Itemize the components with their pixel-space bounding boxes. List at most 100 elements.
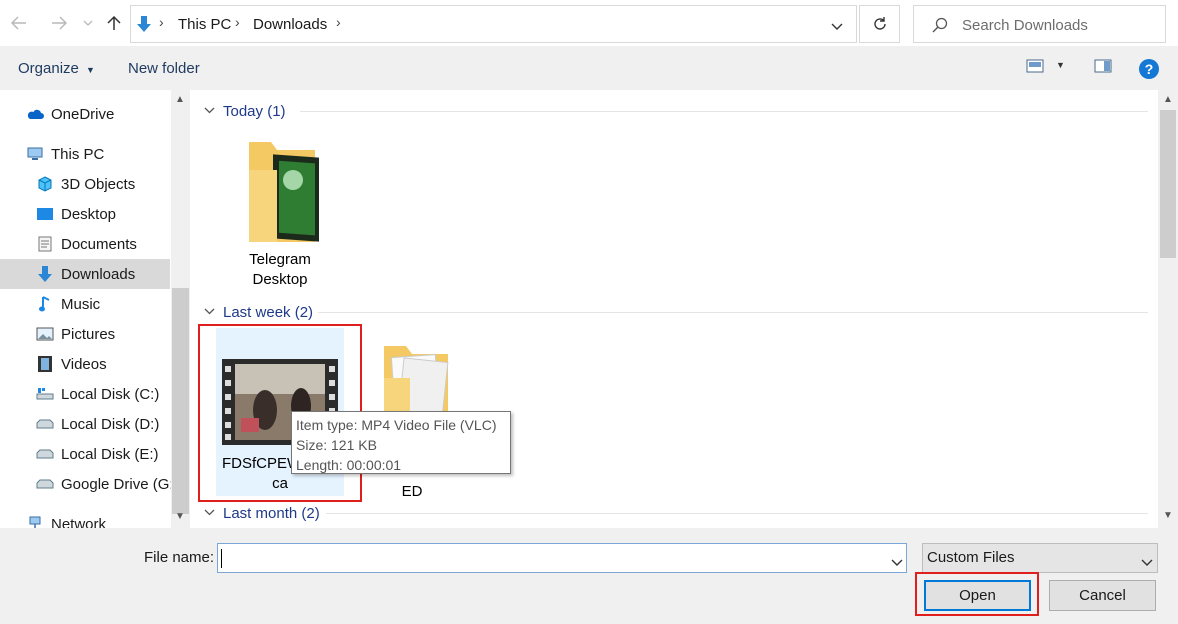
group-header-last-month[interactable]: Last month (2) [204,502,320,524]
sidebar-item-3d-objects[interactable]: 3D Objects [0,169,170,199]
search-box[interactable] [913,5,1166,43]
downloads-arrow-icon [136,15,152,36]
sidebar-item-label: Network [51,515,107,529]
sidebar-item-documents[interactable]: Documents [0,229,170,259]
refresh-icon [873,17,886,30]
sidebar-item-local-disk-c[interactable]: Local Disk (C:) [0,379,170,409]
sidebar-item-local-disk-e[interactable]: Local Disk (E:) [0,439,170,469]
group-header-label: Last week (2) [223,303,314,321]
breadcrumb-downloads[interactable]: Downloads [253,16,327,33]
address-row: › This PC › Downloads › [0,0,1178,46]
organize-button[interactable]: Organize ▼ [18,60,95,77]
tile-label: ED [401,483,423,500]
view-options-icon[interactable] [1026,58,1044,77]
organize-label: Organize [18,60,79,77]
film-icon [36,355,54,373]
file-tooltip: Item type: MP4 Video File (VLC) Size: 12… [291,411,511,474]
new-folder-button[interactable]: New folder [128,60,200,77]
sidebar-item-downloads[interactable]: Downloads [0,259,170,289]
tooltip-size: Size: 121 KB [296,437,377,453]
address-dropdown-chevron-icon[interactable] [831,18,843,34]
breadcrumb-separator-icon[interactable]: › [336,14,341,30]
sidebar-item-label: Videos [61,355,107,373]
chevron-down-icon [204,105,215,117]
sidebar-item-label: Local Disk (E:) [61,445,159,463]
drive-icon [36,415,54,433]
network-icon [26,515,44,528]
file-type-chevron-icon [1141,554,1153,570]
drive-windows-icon [36,385,54,403]
nav-scroll-down-icon[interactable]: ▼ [175,511,185,522]
sidebar-item-label: Google Drive (G: [61,475,174,493]
nav-scroll-up-icon[interactable]: ▲ [175,94,185,105]
sidebar-item-label: This PC [51,145,105,163]
breadcrumb-separator-icon[interactable]: › [159,14,164,30]
sidebar-item-network[interactable]: Network [0,509,170,528]
nav-scrollbar-thumb[interactable] [172,288,189,514]
command-toolbar: Organize ▼ New folder ▼ ? [0,46,1178,90]
group-divider [318,312,1148,313]
sidebar-item-label: Music [61,295,101,313]
chevron-down-icon: ▼ [86,65,95,75]
scroll-up-icon[interactable]: ▲ [1163,94,1173,105]
up-arrow-icon[interactable] [103,12,125,34]
refresh-button[interactable] [859,5,900,43]
navigation-pane[interactable]: OneDrive This PC 3D Objects Desktop Docu… [0,90,190,528]
breadcrumb-separator-icon[interactable]: › [235,14,240,30]
sidebar-item-this-pc[interactable]: This PC [0,139,170,169]
tooltip-item-type: Item type: MP4 Video File (VLC) [296,417,497,433]
download-arrow-icon [36,265,54,283]
preview-pane-icon[interactable] [1094,58,1112,77]
group-header-today[interactable]: Today (1) [204,100,286,122]
file-name-input[interactable] [222,548,882,568]
sidebar-item-music[interactable]: Music [0,289,170,319]
sidebar-item-desktop[interactable]: Desktop [0,199,170,229]
file-name-label: File name: [144,549,215,566]
tooltip-length: Length: 00:00:01 [296,457,402,473]
back-arrow-icon[interactable] [8,12,30,34]
cube-icon [36,175,54,193]
forward-arrow-icon[interactable] [48,12,70,34]
chevron-down-icon [204,306,215,318]
view-dropdown-chevron-icon[interactable]: ▼ [1056,60,1065,70]
drive-icon [36,445,54,463]
folder-telegram-desktop[interactable]: Telegram Desktop [230,140,330,290]
search-input[interactable] [962,15,1157,35]
picture-icon [36,325,54,343]
group-header-last-week[interactable]: Last week (2) [204,301,313,323]
sidebar-item-videos[interactable]: Videos [0,349,170,379]
computer-icon [26,145,44,163]
file-type-value: Custom Files [927,549,1015,566]
cancel-button[interactable]: Cancel [1049,580,1156,611]
file-type-select[interactable]: Custom Files [922,543,1158,573]
tile-label: Telegram [249,251,311,268]
breadcrumb-this-pc[interactable]: This PC [178,16,231,33]
sidebar-item-label: 3D Objects [61,175,136,193]
sidebar-item-label: Desktop [61,205,117,223]
cloud-icon [26,105,44,123]
search-icon [932,17,948,36]
address-bar[interactable]: › This PC › Downloads › [130,5,857,43]
group-header-label: Today (1) [223,102,286,120]
folder-thumbnail-icon [249,142,319,242]
group-divider [326,513,1148,514]
sidebar-item-pictures[interactable]: Pictures [0,319,170,349]
sidebar-item-label: Local Disk (D:) [61,415,160,433]
content-scrollbar-thumb[interactable] [1160,110,1176,258]
help-icon[interactable]: ? [1139,59,1159,79]
sidebar-item-local-disk-d[interactable]: Local Disk (D:) [0,409,170,439]
file-name-field[interactable] [217,543,907,573]
sidebar-item-label: OneDrive [51,105,115,123]
file-name-dropdown-chevron-icon[interactable] [891,554,903,570]
sidebar-item-onedrive[interactable]: OneDrive [0,99,170,129]
group-header-label: Last month (2) [223,504,320,522]
document-icon [36,235,54,253]
group-divider [300,111,1148,112]
sidebar-item-label: Pictures [61,325,116,343]
sidebar-item-label: Downloads [61,265,136,283]
sidebar-item-google-drive[interactable]: Google Drive (G: [0,469,174,499]
recent-locations-chevron-icon[interactable] [80,12,96,34]
scroll-down-icon[interactable]: ▼ [1163,510,1173,521]
music-note-icon [36,295,54,313]
tile-label: Desktop [252,271,308,288]
